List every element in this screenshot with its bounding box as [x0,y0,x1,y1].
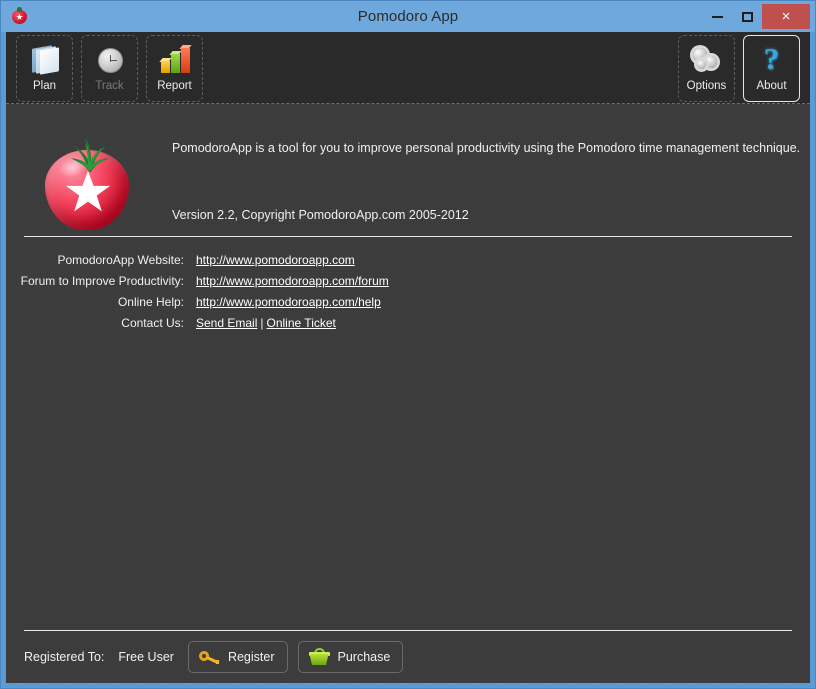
client-area: Plan Track Report Options ? About Pomodo… [6,32,810,683]
footer-bar: Registered To: Free User Register Purcha… [20,631,796,683]
link-row-website: PomodoroApp Website: http://www.pomodoro… [20,250,796,271]
toolbar-button-plan-label: Plan [32,79,57,92]
content-divider [24,236,792,237]
toolbar-button-plan[interactable]: Plan [16,34,73,102]
toolbar-button-report-label: Report [157,79,192,92]
close-button[interactable]: × [762,4,810,29]
app-window: Pomodoro App × Plan Track Report Options… [0,0,816,689]
registered-to-value: Free User [118,650,174,664]
toolbar-button-report[interactable]: Report [146,34,203,102]
link-row-help: Online Help: http://www.pomodoroapp.com/… [20,292,796,313]
about-text-block: PomodoroApp is a tool for you to improve… [146,122,800,236]
link-website[interactable]: http://www.pomodoroapp.com [196,253,355,267]
link-label-help: Online Help: [117,295,184,309]
link-value-help: http://www.pomodoroapp.com/help [196,292,796,313]
key-icon [197,647,220,667]
toolbar: Plan Track Report Options ? About [6,32,810,104]
maximize-icon [741,11,753,22]
toolbar-button-about[interactable]: ? About [743,34,800,102]
links-table: PomodoroApp Website: http://www.pomodoro… [20,250,796,334]
minimize-icon [711,15,723,18]
toolbar-left-group: Plan Track Report [16,34,203,102]
question-mark-icon: ? [763,40,780,76]
link-row-contact: Contact Us: Send Email | Online Ticket [20,313,796,334]
toolbar-button-track-label: Track [95,79,124,92]
link-separator: | [260,316,264,330]
purchase-button[interactable]: Purchase [297,641,404,673]
leaf-icon [71,138,109,172]
toolbar-button-about-label: About [756,79,787,92]
link-row-forum: Forum to Improve Productivity: http://ww… [20,271,796,292]
link-value-forum: http://www.pomodoroapp.com/forum [196,271,796,292]
app-version: Version 2.2, Copyright PomodoroApp.com 2… [172,208,469,222]
maximize-button[interactable] [732,1,762,32]
link-label-forum: Forum to Improve Productivity: [20,274,184,288]
link-forum[interactable]: http://www.pomodoroapp.com/forum [196,274,389,288]
app-description: PomodoroApp is a tool for you to improve… [172,141,801,155]
link-label-contact: Contact Us: [121,316,184,330]
window-controls: × [702,1,815,32]
window-tomato-icon [7,4,33,30]
register-button-label: Register [227,650,275,664]
toolbar-right-group: Options ? About [678,34,800,102]
register-button[interactable]: Register [187,641,288,673]
purchase-button-label: Purchase [337,650,391,664]
app-logo [20,122,146,236]
toolbar-button-track[interactable]: Track [81,34,138,102]
minimize-button[interactable] [702,1,732,32]
gears-icon [689,43,725,77]
about-panel: PomodoroApp is a tool for you to improve… [6,104,810,683]
plan-icon [27,43,63,77]
link-send-email[interactable]: Send Email [196,316,257,330]
clock-icon [92,43,128,77]
link-online-ticket[interactable]: Online Ticket [267,316,336,330]
about-header: PomodoroApp is a tool for you to improve… [20,104,800,236]
window-title: Pomodoro App [357,8,459,25]
link-online-help[interactable]: http://www.pomodoroapp.com/help [196,295,381,309]
basket-icon [308,647,330,667]
link-value-contact: Send Email | Online Ticket [196,313,796,334]
bar-chart-icon [157,43,193,77]
link-label-website: PomodoroApp Website: [57,253,184,267]
title-bar: Pomodoro App × [1,1,815,32]
link-value-website: http://www.pomodoroapp.com [196,250,796,271]
registered-to-label: Registered To: [24,650,105,664]
toolbar-button-options[interactable]: Options [678,34,735,102]
toolbar-button-options-label: Options [686,79,727,92]
